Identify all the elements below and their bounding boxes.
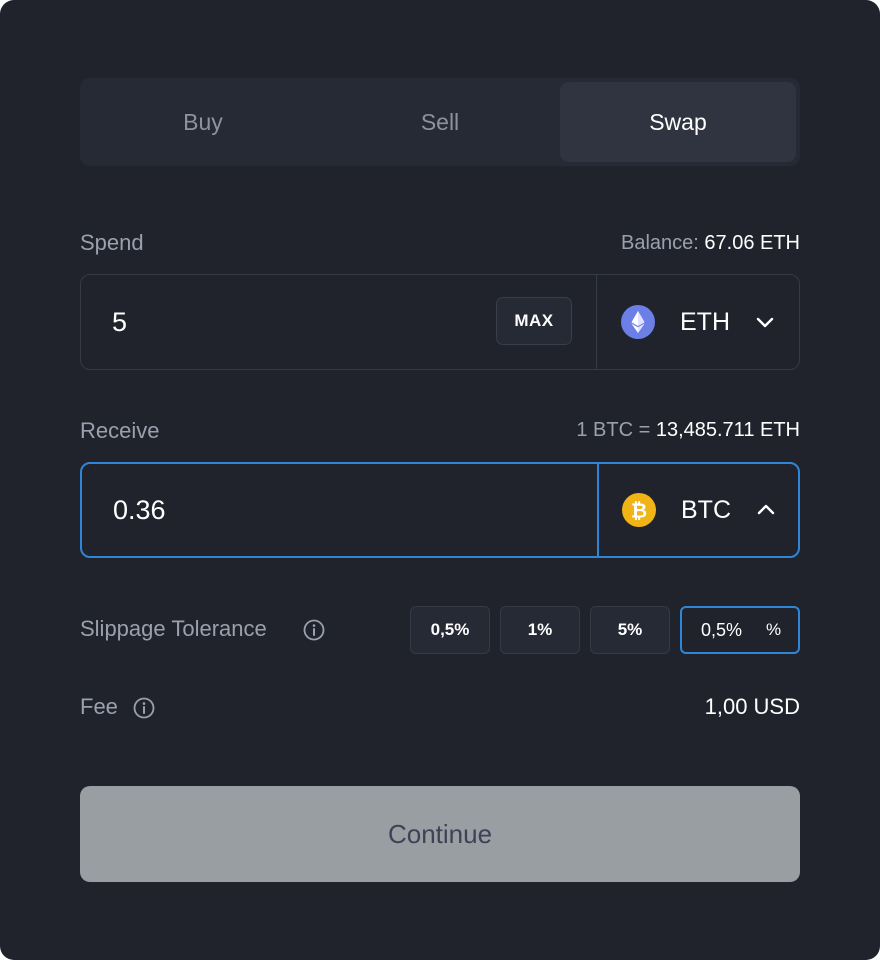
receive-label: Receive: [80, 418, 160, 443]
fee-value: 1,00 USD: [704, 694, 800, 719]
slippage-label: Slippage Tolerance: [80, 616, 267, 641]
max-button[interactable]: MAX: [496, 297, 572, 345]
slippage-option-1[interactable]: 1%: [500, 606, 580, 654]
continue-button[interactable]: Continue: [80, 786, 800, 882]
svg-text:₿: ₿: [631, 499, 647, 523]
swap-panel: Buy Sell Swap Spend Balance: 67.06 ETH 5…: [0, 0, 880, 960]
balance-info: Balance: 67.06 ETH: [621, 232, 800, 255]
tab-swap[interactable]: Swap: [560, 82, 796, 162]
fee-label: Fee: [80, 694, 118, 719]
bitcoin-icon: ₿: [622, 493, 656, 527]
spend-label: Spend: [80, 230, 144, 255]
info-icon[interactable]: [133, 697, 155, 719]
trade-tabs: Buy Sell Swap: [80, 78, 800, 166]
slippage-option-0-5[interactable]: 0,5%: [410, 606, 490, 654]
receive-token-selector[interactable]: ₿ BTC: [599, 464, 800, 556]
rate-label: 1 BTC =: [576, 419, 651, 441]
slippage-custom-input[interactable]: 0,5% %: [680, 606, 800, 654]
exchange-rate: 1 BTC = 13,485.711 ETH: [576, 419, 800, 442]
receive-token-name: BTC: [681, 495, 731, 524]
chevron-down-icon: [756, 317, 774, 328]
chevron-up-icon: [757, 504, 775, 515]
rate-value: 13,485.711 ETH: [655, 419, 800, 441]
info-icon[interactable]: [303, 619, 325, 641]
slippage-custom-suffix: %: [766, 620, 782, 639]
field-divider: [596, 275, 597, 369]
tab-sell[interactable]: Sell: [322, 82, 558, 162]
receive-field: 0.36 ₿ BTC: [80, 462, 800, 558]
ethereum-icon: [621, 305, 655, 339]
balance-label: Balance:: [620, 232, 699, 254]
slippage-custom-value: 0,5%: [701, 619, 743, 640]
tab-buy[interactable]: Buy: [84, 82, 322, 162]
spend-token-name: ETH: [680, 307, 730, 336]
spend-token-selector[interactable]: ETH: [598, 275, 799, 369]
spend-field: 5 MAX ETH: [80, 274, 800, 370]
balance-value: 67.06 ETH: [704, 232, 800, 254]
receive-amount-input[interactable]: 0.36: [113, 464, 166, 556]
slippage-option-5[interactable]: 5%: [590, 606, 670, 654]
spend-amount-input[interactable]: 5: [112, 275, 127, 369]
